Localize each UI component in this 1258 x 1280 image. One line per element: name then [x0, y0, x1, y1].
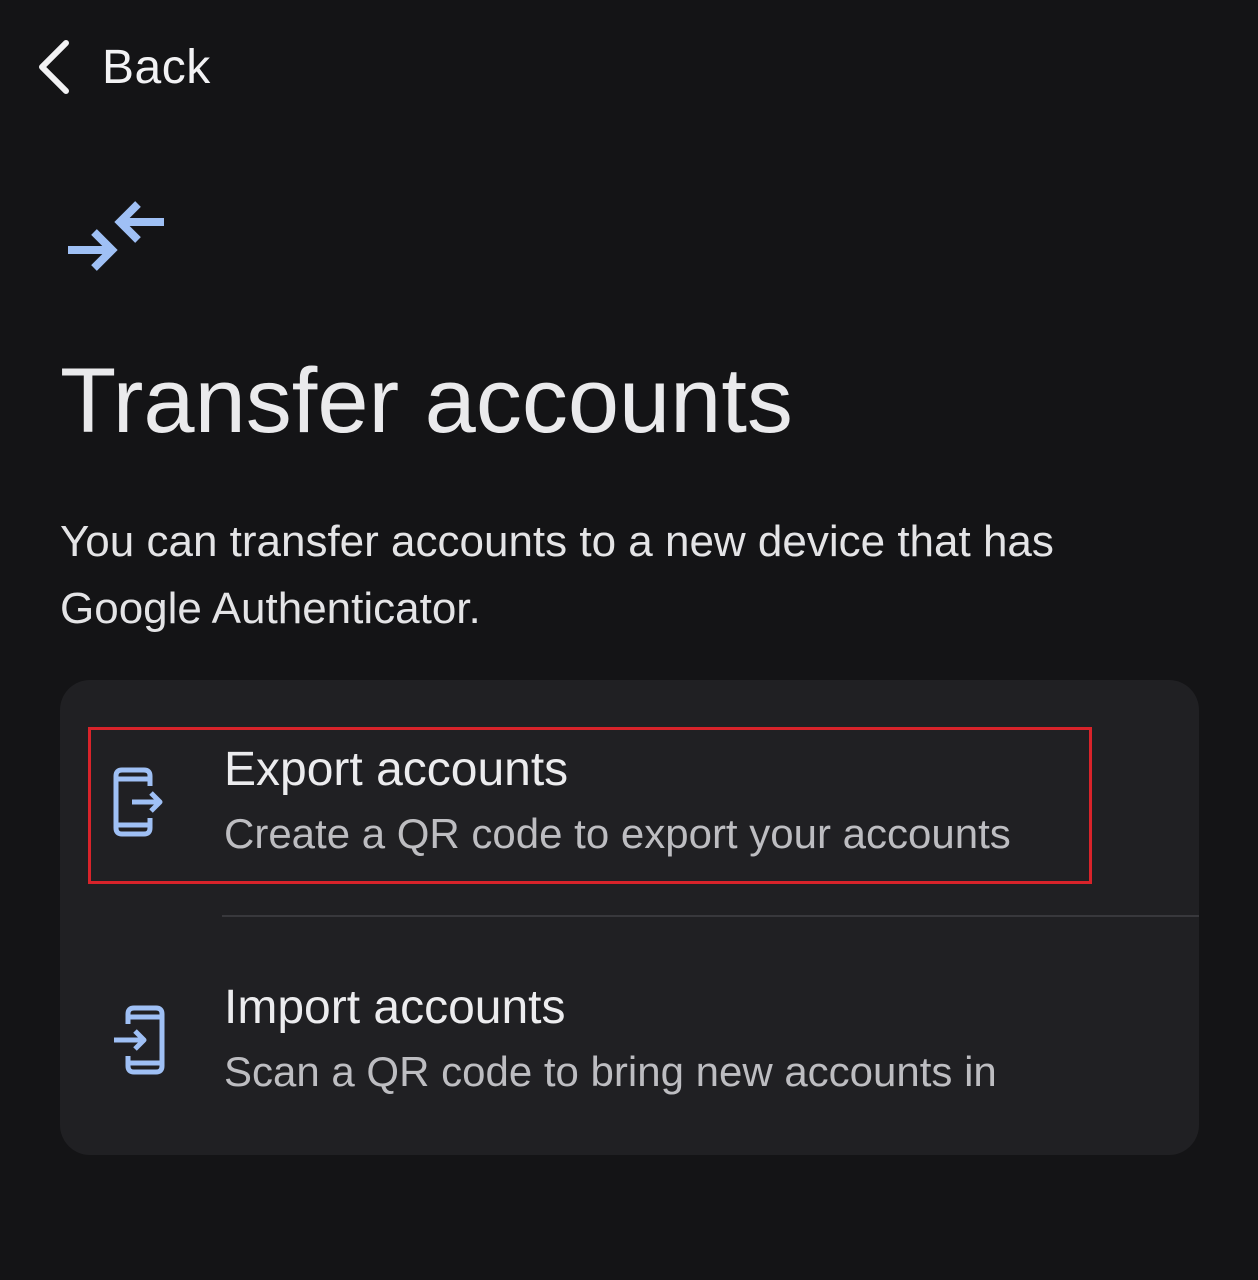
back-label: Back	[102, 40, 211, 94]
chevron-left-icon	[39, 40, 69, 94]
export-accounts-subtitle: Create a QR code to export your accounts	[224, 810, 1011, 857]
phone-import-icon	[114, 1005, 165, 1075]
transfer-arrows-icon	[68, 201, 164, 271]
import-accounts-subtitle: Scan a QR code to bring new accounts in	[224, 1048, 997, 1095]
back-button[interactable]: Back	[34, 34, 211, 100]
page-title: Transfer accounts	[60, 350, 793, 452]
page-description: You can transfer accounts to a new devic…	[60, 517, 1054, 633]
import-accounts-title: Import accounts	[224, 981, 566, 1034]
phone-export-icon	[113, 767, 163, 837]
transfer-options-card: Export accounts Create a QR code to expo…	[60, 680, 1199, 1155]
export-accounts-title: Export accounts	[224, 743, 569, 796]
